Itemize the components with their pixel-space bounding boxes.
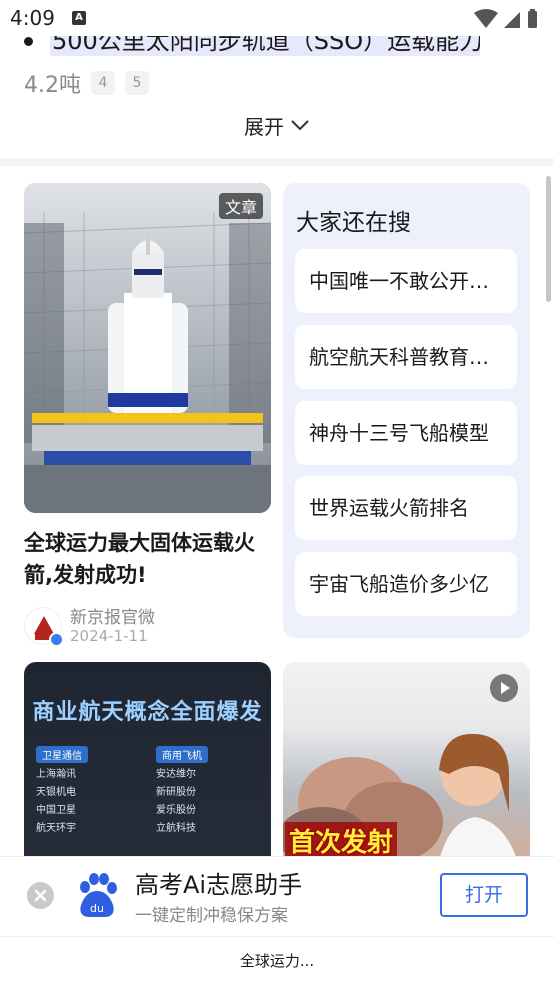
open-app-button[interactable]: 打开 [440,873,528,917]
panel-title: 大家还在搜 [296,210,411,236]
poster-item: 上海瀚讯 [36,769,76,780]
suggestion-chip[interactable]: 中国唯一不敢公开的太空技术 [295,249,517,313]
signal-wifi-battery-icon [474,9,537,28]
expand-label: 展开 [244,114,284,139]
suggestion-chip[interactable]: 航空航天科普教育基地 [295,325,517,389]
reference-badge-5[interactable]: 5 [125,71,149,95]
poster-item: 立航科技 [156,823,196,834]
bullet-dot [24,37,33,46]
screen: 4:09 A 500公里太阳同步轨道（SSO）运载能力： 4.2吨 4 5 展开 [0,0,554,985]
video-card[interactable]: 首次发射 [283,662,530,856]
poster-item: 航天环宇 [36,823,76,834]
expand-button[interactable]: 展开 [0,108,554,142]
suggestion-chip[interactable]: 神舟十三号飞船模型 [295,401,517,465]
author-name: 新京报官微 [70,608,155,628]
rocket-image[interactable]: 文章 [24,183,271,513]
scrollbar[interactable] [546,176,551,302]
status-bar: 4:09 A [0,0,554,36]
author-row[interactable]: 新京报官微 2024-1-11 [24,607,271,647]
close-banner-button[interactable] [27,882,54,909]
app-promo-banner: du 高考Ai志愿助手 一键定制冲稳保方案 打开 [0,856,554,936]
capacity-value-line: 4.2吨 4 5 [24,66,149,100]
suggestion-chip[interactable]: 世界运载火箭排名 [295,476,517,540]
article-snippet: 500公里太阳同步轨道（SSO）运载能力： 4.2吨 4 5 展开 [0,24,554,158]
play-icon [501,682,510,694]
poster-left-column: 卫星通信 上海瀚讯 天银机电 中国卫星 航天环宇 [36,744,144,835]
article-card[interactable]: 文章 全球运力最大固体运载火箭,发射成功! 新京报官微 2024-1-11 [24,183,271,647]
rocket-launch-pad-illustration [24,183,271,513]
baidu-paw-logo-icon: du [80,873,117,917]
svg-text:du: du [90,902,104,915]
feed-grid: 文章 全球运力最大固体运载火箭,发射成功! 新京报官微 2024-1-11 大家… [0,166,554,856]
suggestion-chip[interactable]: 宇宙飞船造价多少亿 [295,552,517,616]
chevron-down-icon [291,120,309,131]
reference-badge-4[interactable]: 4 [91,71,115,95]
poster-card[interactable]: 商业航天概念全面爆发 卫星通信 上海瀚讯 天银机电 中国卫星 航天环宇 商用飞机… [24,662,271,856]
video-caption: 首次发射 [285,822,398,856]
article-title[interactable]: 全球运力最大固体运载火箭,发射成功! [24,527,271,591]
promo-title: 高考Ai志愿助手 [135,871,303,899]
poster-item: 新研股份 [156,787,196,798]
capacity-value: 4.2吨 [24,73,81,98]
poster-item: 中国卫星 [36,805,76,816]
section-divider [0,158,554,166]
notification-a-icon: A [72,11,86,25]
close-icon [34,889,47,902]
people-also-search-panel: 大家还在搜 中国唯一不敢公开的太空技术 航空航天科普教育基地 神舟十三号飞船模型… [283,183,530,638]
poster-right-header: 商用飞机 [156,746,208,763]
bottom-caption[interactable]: 全球运力... [0,950,554,971]
promo-subtitle: 一键定制冲稳保方案 [135,906,288,926]
poster-left-header: 卫星通信 [36,746,88,763]
play-button[interactable] [490,674,518,702]
status-time: 4:09 [10,6,55,30]
poster-item: 安达维尔 [156,769,196,780]
poster-title: 商业航天概念全面爆发 [32,700,263,725]
content-type-tag: 文章 [218,193,263,219]
poster-item: 爱乐股份 [156,805,196,816]
poster-right-column: 商用飞机 安达维尔 新研股份 爱乐股份 立航科技 [156,744,264,835]
bottom-bar: 全球运力... [0,936,554,985]
publish-date: 2024-1-11 [70,627,148,645]
poster-item: 天银机电 [36,787,76,798]
verified-badge-icon [49,632,64,647]
